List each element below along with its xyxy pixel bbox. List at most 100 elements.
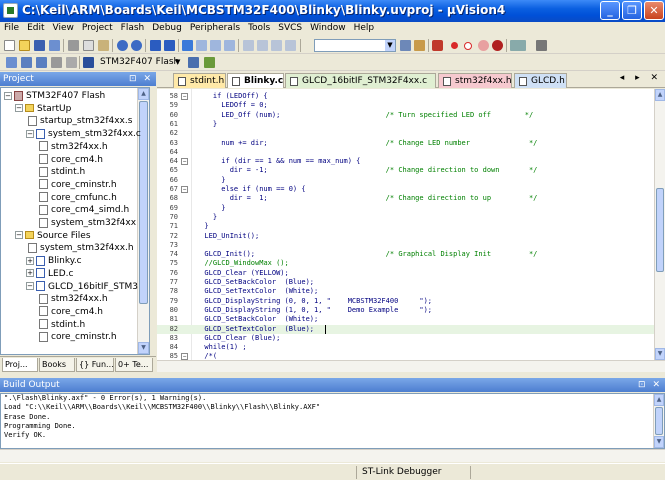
- panel-controls[interactable]: ⊡ ✕: [129, 72, 153, 86]
- tree-item[interactable]: − STM32F407 Flash: [4, 90, 105, 103]
- code-line[interactable]: 60 LED_Off (num); /* Turn specified LED …: [157, 111, 654, 120]
- tree-item[interactable]: stdint.h: [37, 319, 85, 332]
- clear-bookmarks-icon[interactable]: [224, 40, 235, 51]
- tab-blinky-c[interactable]: Blinky.c: [227, 73, 284, 88]
- tree-item[interactable]: + Blinky.c: [26, 255, 82, 268]
- find-in-files-icon[interactable]: [400, 40, 411, 51]
- editor-vscrollbar[interactable]: ▲ ▼: [654, 89, 665, 360]
- code-line[interactable]: 74 GLCD_Init(); /* Graphical Display Ini…: [157, 250, 654, 259]
- code-line[interactable]: 76 GLCD_Clear (YELLOW);: [157, 269, 654, 278]
- window-layout-icon[interactable]: [510, 40, 526, 51]
- disable-breakpoint-icon[interactable]: [464, 42, 472, 50]
- find-combo[interactable]: ▼: [314, 39, 396, 52]
- code-line[interactable]: 77 GLCD_SetBackColor (Blue);: [157, 278, 654, 287]
- code-line[interactable]: 67− else if (num == 0) {: [157, 185, 654, 194]
- fold-collapse-icon[interactable]: −: [181, 158, 188, 166]
- build-output-hscrollbar[interactable]: [0, 449, 665, 462]
- configure-tools-icon[interactable]: [536, 40, 547, 51]
- debug-session-icon[interactable]: [432, 40, 443, 51]
- code-line[interactable]: 58− if (LEDOff) {: [157, 92, 654, 101]
- chevron-down-icon[interactable]: ▼: [385, 40, 395, 51]
- tab-stm32f4xx-h[interactable]: stm32f4xx.h: [438, 73, 512, 88]
- tab-glcd-h[interactable]: GLCD.h: [514, 73, 567, 88]
- code-line[interactable]: 85− /*(: [157, 352, 654, 360]
- tab-templates[interactable]: 0+ Te...: [115, 358, 153, 372]
- menu-file[interactable]: File: [0, 22, 23, 34]
- menu-debug[interactable]: Debug: [148, 22, 186, 34]
- code-line[interactable]: 61 }: [157, 120, 654, 129]
- download-icon[interactable]: [83, 57, 94, 68]
- scroll-down-icon[interactable]: ▼: [654, 436, 664, 448]
- tab-project[interactable]: Proj...: [2, 358, 38, 372]
- fold-collapse-icon[interactable]: −: [181, 93, 188, 100]
- target-selector[interactable]: STM32F407 Flash: [100, 57, 179, 67]
- tree-item[interactable]: stm32f4xx.h: [37, 293, 108, 306]
- chevron-down-icon[interactable]: ▼: [175, 57, 183, 68]
- code-line[interactable]: 71 }: [157, 222, 654, 231]
- bookmark-icon[interactable]: [182, 40, 193, 51]
- collapse-icon[interactable]: −: [4, 91, 12, 100]
- code-line[interactable]: 72 LED_UnInit();: [157, 232, 654, 241]
- code-line[interactable]: 79 GLCD_DisplayString (0, 0, 1, " MCBSTM…: [157, 297, 654, 306]
- panel-controls[interactable]: ⊡ ✕: [638, 378, 662, 392]
- open-file-icon[interactable]: [19, 40, 30, 51]
- tree-item[interactable]: core_cmfunc.h: [37, 192, 117, 205]
- scroll-thumb[interactable]: [656, 188, 664, 272]
- build-output-scrollbar[interactable]: ▲ ▼: [653, 394, 664, 448]
- rebuild-icon[interactable]: [36, 57, 47, 68]
- code-line[interactable]: 62: [157, 129, 654, 138]
- code-line[interactable]: 80 GLCD_DisplayString (1, 0, 1, " Demo E…: [157, 306, 654, 315]
- tree-item[interactable]: core_cminstr.h: [37, 331, 117, 344]
- editor-hscrollbar[interactable]: [157, 360, 665, 372]
- code-line[interactable]: 75 //GLCD_WindowMax ();: [157, 259, 654, 268]
- fold-collapse-icon[interactable]: −: [181, 353, 188, 360]
- batch-build-icon[interactable]: [51, 57, 62, 68]
- menu-help[interactable]: Help: [350, 22, 379, 34]
- save-icon[interactable]: [34, 40, 45, 51]
- copy-icon[interactable]: [83, 40, 94, 51]
- menu-view[interactable]: View: [49, 22, 78, 34]
- kill-all-breakpoints-icon[interactable]: [492, 40, 503, 51]
- redo-icon[interactable]: [131, 40, 142, 51]
- scroll-down-icon[interactable]: ▼: [138, 342, 149, 354]
- save-all-icon[interactable]: [49, 40, 60, 51]
- menu-peripherals[interactable]: Peripherals: [186, 22, 244, 34]
- prev-bookmark-icon[interactable]: [196, 40, 207, 51]
- breakpoint-icon[interactable]: [451, 42, 458, 49]
- tree-item[interactable]: core_cm4.h: [37, 306, 103, 319]
- expand-icon[interactable]: +: [26, 269, 34, 278]
- target-options-icon[interactable]: [188, 57, 199, 68]
- menu-flash[interactable]: Flash: [117, 22, 149, 34]
- tree-item[interactable]: startup_stm32f4xx.s: [26, 115, 132, 128]
- new-file-icon[interactable]: [4, 40, 15, 51]
- code-line[interactable]: 69 }: [157, 204, 654, 213]
- close-button[interactable]: ✕: [644, 1, 664, 20]
- menu-edit[interactable]: Edit: [23, 22, 48, 34]
- tree-item[interactable]: core_cm4_simd.h: [37, 204, 129, 217]
- scroll-up-icon[interactable]: ▲: [654, 394, 664, 406]
- disable-all-breakpoints-icon[interactable]: [478, 40, 489, 51]
- code-line[interactable]: 84 while(1) ;: [157, 343, 654, 352]
- code-line[interactable]: 64− if (dir == 1 && num == max_num) {: [157, 157, 654, 166]
- tab-functions[interactable]: {} Fun...: [76, 358, 114, 372]
- tree-item[interactable]: stm32f4xx.h: [37, 141, 108, 154]
- code-line[interactable]: 82 GLCD_SetTextColor (Blue);: [157, 324, 654, 334]
- maximize-button[interactable]: ❐: [622, 1, 642, 20]
- tab-glcd-c[interactable]: GLCD_16bitIF_STM32F4xx.c: [285, 73, 436, 88]
- comment-icon[interactable]: [271, 40, 282, 51]
- code-line[interactable]: 59 LEDOff = 0;: [157, 101, 654, 110]
- tree-item[interactable]: − GLCD_16bitIF_STM3: [26, 281, 138, 294]
- collapse-icon[interactable]: −: [26, 129, 34, 138]
- collapse-icon[interactable]: −: [15, 231, 23, 240]
- tree-item[interactable]: core_cminstr.h: [37, 179, 117, 192]
- collapse-icon[interactable]: −: [26, 282, 34, 290]
- stop-build-icon[interactable]: [66, 57, 77, 68]
- code-line[interactable]: 78 GLCD_SetTextColor (White);: [157, 287, 654, 296]
- menu-svcs[interactable]: SVCS: [274, 22, 306, 34]
- code-line[interactable]: 83 GLCD_Clear (Blue);: [157, 334, 654, 343]
- code-line[interactable]: 65 dir = -1; /* Change direction to down…: [157, 166, 654, 175]
- unindent-icon[interactable]: [257, 40, 268, 51]
- tree-item[interactable]: − StartUp: [15, 103, 71, 116]
- undo-icon[interactable]: [117, 40, 128, 51]
- tree-item[interactable]: − Source Files: [15, 230, 91, 243]
